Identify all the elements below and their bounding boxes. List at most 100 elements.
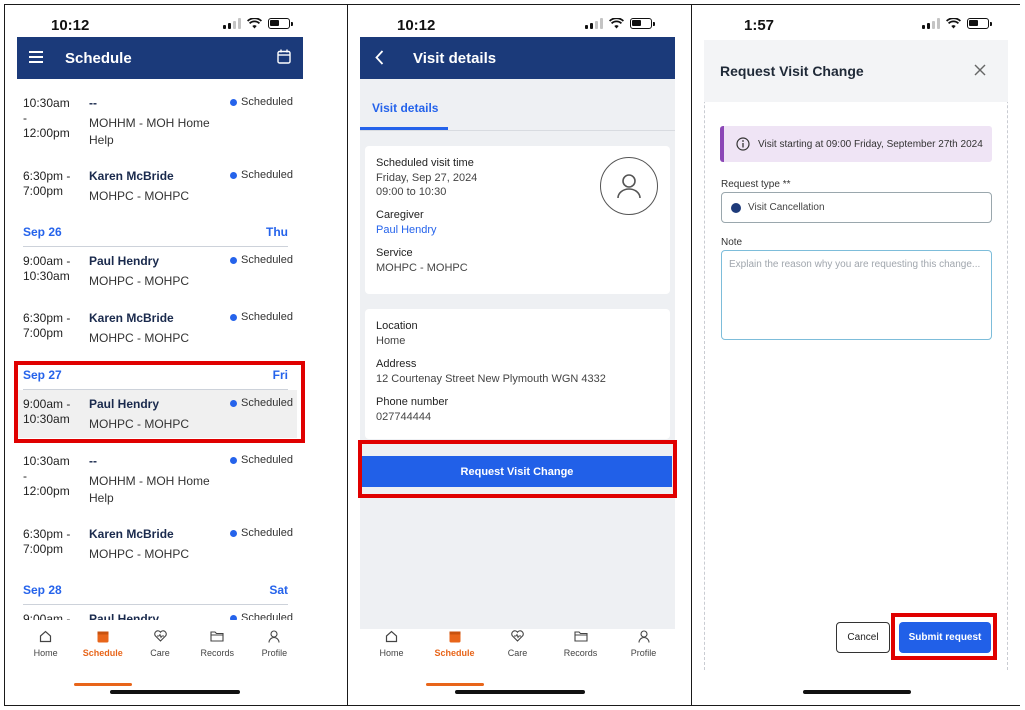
- nav-schedule[interactable]: Schedule: [425, 628, 484, 686]
- wifi-icon: [247, 18, 262, 29]
- caregiver-name: Paul Hendry: [89, 612, 160, 620]
- visit-row[interactable]: 10:30am - 12:00pm -- MOHHM - MOH Home He…: [12, 454, 297, 514]
- status-dot: [230, 529, 237, 537]
- visit-row[interactable]: 9:00am - 10:30am Paul Hendry MOHPC - MOH…: [12, 254, 297, 294]
- nav-label: Profile: [630, 648, 657, 658]
- status-icons: [585, 18, 655, 29]
- status-badge: Scheduled: [230, 397, 293, 409]
- home-indicator: [455, 690, 585, 694]
- caregiver-link[interactable]: Paul Hendry: [376, 224, 437, 236]
- service-name: MOHPC - MOHPC: [89, 331, 189, 345]
- nav-label: Care: [507, 648, 528, 658]
- status-dot: [230, 171, 237, 179]
- visit-row[interactable]: 6:30pm - 7:00pm Karen McBride MOHPC - MO…: [12, 527, 297, 567]
- schedule-list[interactable]: 10:30am - 12:00pm -- MOHHM - MOH Home He…: [12, 86, 297, 620]
- battery-icon: [967, 18, 992, 29]
- service-name: MOHPC - MOHPC: [89, 417, 189, 431]
- status-badge: Scheduled: [230, 311, 293, 323]
- nav-records[interactable]: Records: [552, 628, 610, 674]
- status-dot: [230, 256, 237, 264]
- sheet-title: Request Visit Change: [720, 63, 864, 79]
- phone-value: 027744444: [376, 411, 432, 423]
- submit-request-button[interactable]: Submit request: [899, 622, 991, 653]
- wifi-icon: [609, 18, 624, 29]
- nav-home[interactable]: Home: [363, 628, 421, 674]
- user-icon: [617, 174, 641, 199]
- nav-label: Home: [379, 648, 404, 658]
- home-indicator: [803, 690, 911, 694]
- status-icons: [223, 18, 293, 29]
- nav-home[interactable]: Home: [17, 628, 74, 674]
- scheduled-range: 09:00 to 10:30: [376, 186, 447, 198]
- service-name: MOHHM - MOH Home Help: [89, 116, 210, 147]
- visit-time: 6:30pm - 7:00pm: [23, 311, 71, 340]
- nav-schedule[interactable]: Schedule: [74, 628, 133, 686]
- note-textarea[interactable]: Explain the reason why you are requestin…: [721, 250, 992, 340]
- visit-row[interactable]: 9:00am - Paul Hendry Scheduled: [12, 612, 297, 620]
- service-name: MOHPC - MOHPC: [89, 274, 189, 288]
- close-icon[interactable]: [972, 62, 988, 78]
- visit-info-card: Scheduled visit time Friday, Sep 27, 202…: [365, 146, 670, 294]
- calendar-icon: [97, 631, 109, 642]
- panel-divider: [347, 4, 348, 706]
- scheduled-date: Friday, Sep 27, 2024: [376, 172, 478, 184]
- bottom-nav: Home Schedule Care Records Profile: [360, 628, 675, 686]
- info-icon: [736, 137, 750, 151]
- day-date: Sep 27: [23, 368, 62, 382]
- battery-icon: [630, 18, 655, 29]
- signal-icon: [922, 18, 940, 29]
- status-text: Scheduled: [241, 311, 293, 323]
- cancel-button[interactable]: Cancel: [836, 622, 890, 653]
- phone-label: Phone number: [376, 396, 449, 408]
- day-header-sep28: Sep 28 Sat: [23, 583, 288, 605]
- folder-icon: [210, 631, 224, 642]
- home-icon: [39, 630, 52, 642]
- nav-care[interactable]: Care: [489, 628, 547, 674]
- nav-label: Schedule: [434, 648, 475, 658]
- caregiver-name: Karen McBride: [89, 169, 174, 183]
- nav-profile[interactable]: Profile: [246, 628, 303, 674]
- day-of-week: Thu: [266, 225, 288, 239]
- signal-icon: [585, 18, 603, 29]
- details-tabbar: Visit details: [360, 79, 675, 131]
- note-placeholder: Explain the reason why you are requestin…: [729, 259, 981, 270]
- service-name: MOHHM - MOH Home Help: [89, 474, 210, 505]
- heart-icon: [511, 630, 524, 642]
- status-dot: [230, 313, 237, 321]
- visit-row-selected[interactable]: 9:00am - 10:30am Paul Hendry MOHPC - MOH…: [12, 397, 297, 437]
- location-value: Home: [376, 335, 406, 347]
- back-chevron-icon[interactable]: [375, 50, 384, 65]
- status-badge: Scheduled: [230, 254, 293, 266]
- visit-row[interactable]: 6:30pm - 7:00pm Karen McBride MOHPC - MO…: [12, 311, 297, 351]
- status-text: Scheduled: [241, 612, 293, 620]
- status-icons: [922, 18, 992, 29]
- nav-care[interactable]: Care: [131, 628, 188, 674]
- battery-icon: [268, 18, 293, 29]
- home-icon: [385, 630, 398, 642]
- caregiver-name: --: [89, 96, 97, 110]
- visit-row[interactable]: 6:30pm - 7:00pm Karen McBride MOHPC - MO…: [12, 169, 297, 209]
- menu-icon[interactable]: [29, 51, 43, 63]
- request-visit-change-button[interactable]: Request Visit Change: [362, 456, 672, 487]
- status-badge: Scheduled: [230, 169, 293, 181]
- day-date: Sep 28: [23, 583, 62, 597]
- visit-row[interactable]: 10:30am - 12:00pm -- MOHHM - MOH Home He…: [12, 96, 297, 156]
- nav-label: Records: [563, 648, 598, 658]
- bottom-nav: Home Schedule Care Records Profile: [17, 628, 303, 686]
- calendar-icon[interactable]: [277, 49, 291, 64]
- day-of-week: Fri: [272, 368, 288, 382]
- nav-records[interactable]: Records: [189, 628, 246, 674]
- request-type-label: Request type **: [721, 179, 791, 190]
- tab-visit-details[interactable]: Visit details: [372, 101, 438, 115]
- request-type-select[interactable]: Visit Cancellation: [721, 192, 992, 223]
- visit-info-banner: Visit starting at 09:00 Friday, Septembe…: [720, 126, 992, 162]
- visit-details-header: Visit details: [360, 37, 675, 79]
- status-text: Scheduled: [241, 96, 293, 108]
- status-time: 10:12: [51, 17, 90, 34]
- status-text: Scheduled: [241, 169, 293, 181]
- header-title: Schedule: [65, 50, 132, 67]
- day-of-week: Sat: [269, 583, 288, 597]
- service-name: MOHPC - MOHPC: [89, 189, 189, 203]
- day-date: Sep 26: [23, 225, 62, 239]
- nav-profile[interactable]: Profile: [615, 628, 673, 674]
